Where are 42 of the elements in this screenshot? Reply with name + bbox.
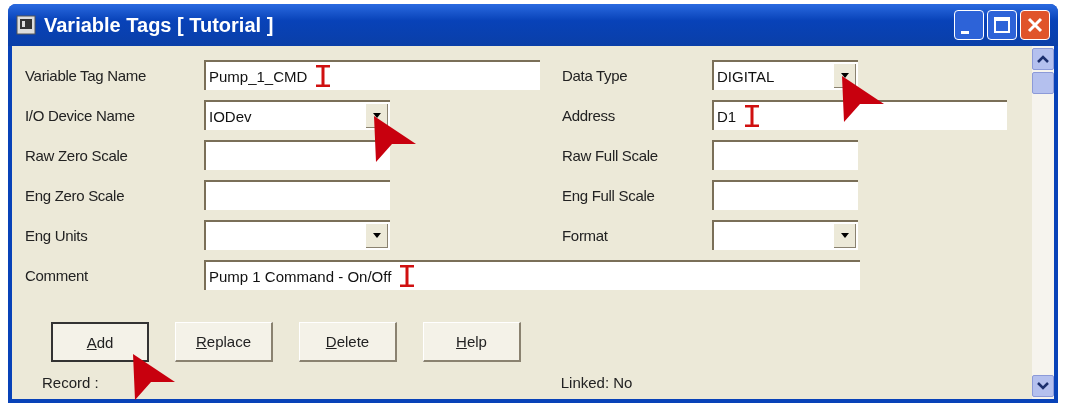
field-label: Address <box>562 106 616 124</box>
dropdown[interactable]: IODev <box>204 100 390 130</box>
field-label: Eng Zero Scale <box>25 186 126 204</box>
dropdown[interactable]: DIGITAL <box>712 60 858 90</box>
input-field[interactable] <box>204 140 390 170</box>
field-label: I/O Device Name <box>25 106 136 124</box>
field-label: Variable Tag Name <box>25 66 148 84</box>
scroll-thumb[interactable] <box>1032 72 1054 94</box>
input-field[interactable] <box>712 180 858 210</box>
up-chevron-icon <box>1037 55 1049 63</box>
scroll-up-button[interactable] <box>1032 48 1054 70</box>
minimize-icon <box>961 30 969 34</box>
linked-status: Linked: No <box>560 374 633 391</box>
field-label: Raw Zero Scale <box>25 146 129 164</box>
field-label: Data Type <box>562 66 629 84</box>
field-label: Eng Units <box>25 226 89 244</box>
close-icon <box>1025 15 1045 35</box>
scrollbar[interactable] <box>1032 46 1054 399</box>
maximize-icon <box>992 15 1012 35</box>
input-field[interactable]: D1 <box>712 100 1007 130</box>
action-button[interactable]: Delete <box>299 322 397 362</box>
window-icon <box>16 15 36 35</box>
input-field[interactable] <box>204 180 390 210</box>
action-button[interactable]: Add <box>51 322 149 362</box>
input-field[interactable]: Pump_1_CMD <box>204 60 540 90</box>
field-label: Eng Full Scale <box>562 186 656 204</box>
input-field[interactable]: Pump 1 Command - On/Off <box>204 260 860 290</box>
minimize-button[interactable] <box>954 10 984 40</box>
field-label: Raw Full Scale <box>562 146 659 164</box>
maximize-button[interactable] <box>987 10 1017 40</box>
field-label: Comment <box>25 266 89 284</box>
dropdown[interactable] <box>204 220 390 250</box>
dropdown[interactable] <box>712 220 858 250</box>
field-label: Format <box>562 226 609 244</box>
action-button[interactable]: Replace <box>175 322 273 362</box>
scroll-down-button[interactable] <box>1032 375 1054 397</box>
action-button[interactable]: Help <box>423 322 521 362</box>
down-chevron-icon <box>1037 382 1049 390</box>
close-button[interactable] <box>1020 10 1050 40</box>
record-label: Record : <box>42 374 99 391</box>
window-title: Variable Tags [ Tutorial ] <box>44 13 275 37</box>
input-field[interactable] <box>712 140 858 170</box>
